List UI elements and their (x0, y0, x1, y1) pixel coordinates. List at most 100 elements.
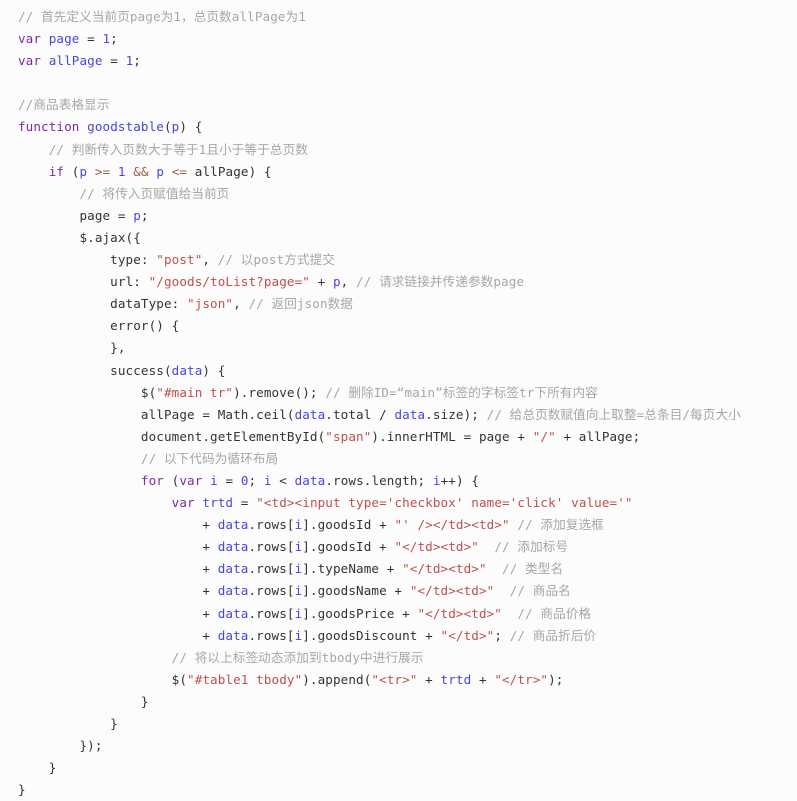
code-token-pl: allPage = Math.ceil( (18, 406, 295, 422)
code-token-pl: ; (248, 472, 264, 488)
code-token-id: p (156, 163, 165, 179)
code-token-pl: = (79, 31, 103, 47)
code-token-pl: .rows[ (248, 517, 295, 533)
code-line: // 将以上标签动态添加到tbody中进行展示 (18, 647, 797, 669)
code-token-pl: ).remove(); (233, 384, 326, 400)
code-line: ​ (18, 72, 797, 94)
code-token-cm: // 将以上标签动态添加到tbody中进行展示 (171, 649, 424, 665)
code-token-cm: // 请求链接并传递参数page (356, 274, 525, 290)
code-token-pl: }, (18, 340, 126, 356)
code-token-pl: } (18, 782, 26, 798)
code-token-pl: , (340, 274, 357, 290)
code-token-id: p (133, 207, 141, 223)
code-token-pl: ( (64, 163, 80, 179)
code-token-pl: type: (18, 252, 157, 268)
code-line: dataType: "json", // 返回json数据 (18, 293, 797, 315)
code-token-id: trtd (202, 495, 234, 511)
code-token-id: data (217, 627, 249, 643)
code-token-pl: .rows[ (248, 583, 295, 599)
code-token-kw: for (140, 472, 164, 488)
code-token-pl: , (233, 296, 249, 312)
code-line: type: "post", // 以post方式提交 (18, 249, 797, 271)
code-token-cm: // 添加标号 (494, 539, 569, 555)
code-line: $("#table1 tbody").append("<tr>" + trtd … (18, 669, 797, 691)
code-line: } (18, 691, 797, 713)
code-token-cm: // 商品名 (509, 583, 571, 599)
code-token-str: "/goods/toList?page=" (148, 274, 310, 290)
code-line: + data.rows[i].typeName + "</td><td>" //… (18, 558, 797, 580)
code-token-pl: $( (18, 384, 157, 400)
code-line: $.ajax({ (18, 227, 797, 249)
code-token-pl: $.ajax({ (18, 229, 141, 245)
code-token-pl: .total / (325, 406, 395, 422)
code-token-pl: .rows[ (248, 561, 295, 577)
code-token-id: data (394, 406, 426, 422)
code-token-op: && (133, 163, 149, 179)
code-token-id: allPage (48, 53, 103, 69)
code-token-kw: var (18, 31, 42, 47)
code-line: success(data) { (18, 360, 797, 382)
code-token-cm: // 将传入页赋值给当前页 (79, 185, 230, 201)
code-token-pl: ).innerHTML = page + (371, 428, 533, 444)
code-token-id: data (217, 605, 249, 621)
code-token-kw: var (18, 53, 42, 69)
code-token-pl: .rows.length; (325, 472, 433, 488)
code-line: // 首先定义当前页page为1，总页数allPage为1 (18, 6, 797, 28)
code-line: + data.rows[i].goodsDiscount + "</td>"; … (18, 625, 797, 647)
code-line: } (18, 713, 797, 735)
code-token-pl: ].goodsId + (302, 539, 395, 555)
code-token-id: data (217, 517, 249, 533)
code-line: document.getElementById("span").innerHTM… (18, 426, 797, 448)
code-token-id: data (217, 583, 249, 599)
code-line: allPage = Math.ceil(data.total / data.si… (18, 404, 797, 426)
code-token-pl: ) { (202, 362, 226, 378)
code-line: function goodstable(p) { (18, 116, 797, 138)
code-token-pl: $( (18, 671, 188, 687)
code-line: url: "/goods/toList?page=" + p, // 请求链接并… (18, 271, 797, 293)
code-token-pl: ( (163, 472, 180, 488)
code-token-pl: = (233, 495, 257, 511)
code-token-id: p (332, 274, 341, 290)
code-token-str: "#main tr" (156, 384, 234, 400)
code-line: var trtd = "<td><input type='checkbox' n… (18, 492, 797, 514)
code-token-id: i (263, 472, 272, 488)
code-token-kw: var (179, 472, 203, 488)
code-token-str: "<td><input type='checkbox' name='click'… (256, 495, 633, 511)
code-line: page = p; (18, 205, 797, 227)
code-token-pl: + allPage; (555, 428, 641, 444)
code-token-num: 0 (240, 472, 249, 488)
code-token-pl: + (417, 671, 441, 687)
code-token-pl: } (18, 716, 118, 731)
code-token-pl: ++) { (440, 472, 480, 488)
code-token-id: data (217, 539, 249, 555)
code-line: + data.rows[i].goodsPrice + "</td><td>" … (18, 603, 797, 625)
code-token-pl: ].goodsId + (302, 517, 395, 533)
code-token-pl: + (18, 561, 218, 577)
code-token-num: 1 (117, 163, 126, 179)
code-line: error() { (18, 315, 797, 337)
code-token-pl: .size); (425, 406, 487, 422)
code-token-pl: dataType: (18, 296, 188, 312)
code-token-cm: // 判断传入页数大于等于1且小于等于总页数 (48, 141, 308, 157)
code-token-str: "span" (325, 428, 372, 444)
code-token-pl: ].goodsName + (302, 583, 410, 599)
code-token-pl: allPage) { (187, 163, 272, 179)
code-token-fn: goodstable (87, 119, 164, 135)
code-token-pl: .rows[ (248, 539, 295, 555)
code-line: // 以下代码为循环布局 (18, 448, 797, 470)
code-token-pl: = (102, 53, 126, 69)
code-token-pl: + (309, 274, 333, 290)
code-token-str: "</td><td>" (394, 539, 479, 555)
